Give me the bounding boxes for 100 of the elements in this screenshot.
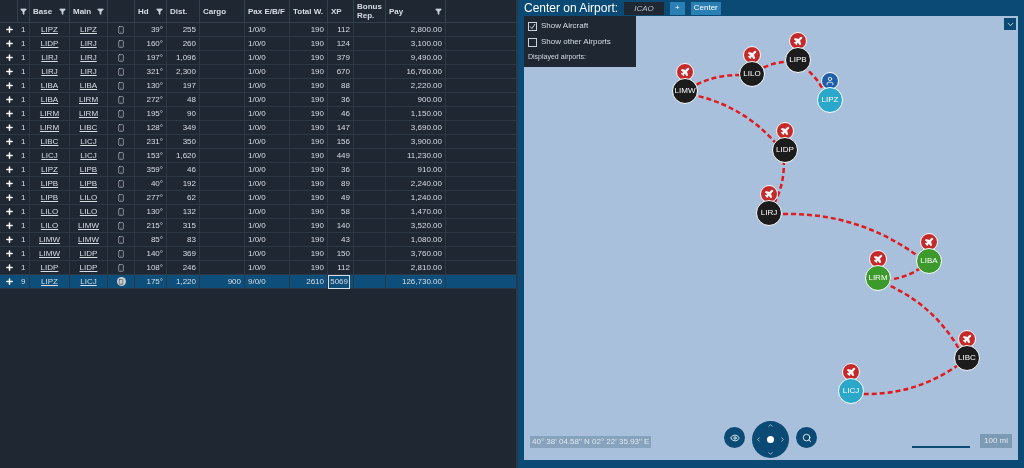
expand-icon[interactable] <box>4 95 14 104</box>
expand-icon[interactable] <box>4 263 14 272</box>
column-header[interactable]: Base <box>33 6 53 16</box>
airport-link[interactable]: LIMW <box>39 247 60 260</box>
airport-link[interactable]: LIPB <box>40 191 59 204</box>
airport-link[interactable]: LILO <box>40 219 59 232</box>
airport-link[interactable]: LIBC <box>40 135 59 148</box>
expand-icon[interactable] <box>4 179 14 188</box>
airport-link[interactable]: LIPZ <box>80 23 97 36</box>
table-row[interactable]: 1 LIDP LIRJ 160° 260 1/0/0 190 124 3,100.00 <box>0 37 516 51</box>
table-row[interactable]: 1 LIMW LIMW 85° 83 1/0/0 190 43 1,080.00 <box>0 233 516 247</box>
column-header[interactable]: Hd <box>138 6 149 16</box>
airport-link[interactable]: LIRJ <box>80 37 97 50</box>
filter-icon[interactable] <box>97 7 104 15</box>
checkbox[interactable] <box>528 21 537 31</box>
table-row[interactable]: 1 LIRM LIRM 195° 90 1/0/0 190 46 1,150.00 <box>0 107 516 121</box>
column-header[interactable]: Total W. <box>293 6 324 16</box>
table-row[interactable]: 1 LIPB LILO 277° 62 1/0/0 190 49 1,240.00 <box>0 191 516 205</box>
column-header[interactable]: Cargo <box>203 6 227 16</box>
checkbox[interactable] <box>528 37 537 47</box>
airport-link[interactable]: LIMW <box>78 233 99 246</box>
checkbox-label[interactable]: Show Aircraft <box>541 20 589 32</box>
pan-left-icon[interactable] <box>755 436 762 443</box>
pan-right-icon[interactable] <box>779 436 786 443</box>
filter-icon[interactable] <box>59 7 66 15</box>
column-header[interactable]: XP <box>331 6 342 16</box>
airport-link[interactable]: LILO <box>40 205 59 218</box>
airport-link[interactable]: LIRM <box>39 107 60 120</box>
airport-link[interactable]: LIPZ <box>41 23 58 36</box>
checkbox-label[interactable]: Show other Airports <box>541 36 611 48</box>
airport-link[interactable]: LIDP <box>40 261 59 274</box>
eye-button[interactable] <box>724 427 745 448</box>
airport-link[interactable]: LIRM <box>78 93 99 106</box>
expand-icon[interactable] <box>4 151 14 160</box>
column-header[interactable]: Bonus Rep. <box>357 2 382 20</box>
airport-link[interactable]: LIMW <box>39 233 60 246</box>
airport-link[interactable]: LIRM <box>39 121 60 134</box>
table-row[interactable]: 1 LIBA LIBA 130° 197 1/0/0 190 88 2,220.00 <box>0 79 516 93</box>
column-header[interactable]: Pay <box>389 6 404 16</box>
expand-icon[interactable] <box>4 235 14 244</box>
airport-marker[interactable]: LIMW <box>672 63 698 104</box>
search-button[interactable] <box>796 427 817 448</box>
airport-link[interactable]: LIRJ <box>41 65 58 78</box>
table-row[interactable]: 1 LIPZ LIPB 359° 46 1/0/0 190 36 910.00 <box>0 163 516 177</box>
dropdown-button[interactable] <box>1004 18 1016 30</box>
expand-icon[interactable] <box>4 67 14 76</box>
airport-link[interactable]: LIPZ <box>41 163 58 176</box>
expand-icon[interactable] <box>4 165 14 174</box>
airport-link[interactable]: LIPB <box>40 177 59 190</box>
expand-icon[interactable] <box>4 39 14 48</box>
table-row[interactable]: 1 LIBC LICJ 231° 350 1/0/0 190 156 3,900.00 <box>0 135 516 149</box>
airport-link[interactable]: LIMW <box>78 219 99 232</box>
airport-link[interactable]: LIBA <box>40 93 59 106</box>
expand-icon[interactable] <box>4 193 14 202</box>
airport-link[interactable]: LILO <box>79 191 98 204</box>
pan-up-icon[interactable] <box>767 422 774 429</box>
airport-link[interactable]: LIBA <box>40 79 59 92</box>
column-header[interactable]: Main <box>73 6 92 16</box>
airport-marker[interactable]: LIBC <box>954 330 980 371</box>
airport-link[interactable]: LIBC <box>79 121 98 134</box>
airport-link[interactable]: LICJ <box>41 149 58 162</box>
airport-marker[interactable]: LIRJ <box>756 185 782 226</box>
filter-icon[interactable] <box>156 7 163 15</box>
navigation-pad[interactable] <box>752 421 789 458</box>
expand-icon[interactable] <box>4 221 14 230</box>
filter-icon[interactable] <box>20 7 27 15</box>
table-row[interactable]: 9 LIPZ LICJ 175° 1,220 900 9/0/0 2610 5069 126,730.00 <box>0 275 516 289</box>
pan-down-icon[interactable] <box>767 450 774 457</box>
airport-link[interactable]: LIRM <box>78 107 99 120</box>
airport-link[interactable]: LIDP <box>40 37 59 50</box>
table-row[interactable]: 1 LILO LIMW 215° 315 1/0/0 190 140 3,520.00 <box>0 219 516 233</box>
airport-link[interactable]: LIPB <box>79 177 98 190</box>
airport-marker[interactable]: LIPB <box>785 32 811 73</box>
airport-link[interactable]: LIBA <box>79 79 98 92</box>
expand-icon[interactable] <box>4 207 14 216</box>
airport-link[interactable]: LILO <box>79 205 98 218</box>
airport-marker[interactable]: LIRM <box>865 250 891 291</box>
table-row[interactable]: 1 LICJ LICJ 153° 1,620 1/0/0 190 449 11,230.00 <box>0 149 516 163</box>
airport-link[interactable]: LIRJ <box>80 51 97 64</box>
expand-icon[interactable] <box>4 123 14 132</box>
airport-link[interactable]: LICJ <box>80 135 97 148</box>
airport-link[interactable]: LIDP <box>79 261 98 274</box>
airport-link[interactable]: LIPB <box>79 163 98 176</box>
airport-marker[interactable]: LIDP <box>772 122 798 163</box>
airport-link[interactable]: LIRJ <box>41 51 58 64</box>
table-row[interactable]: 1 LIPZ LIPZ 39° 255 1/0/0 190 112 2,800.00 <box>0 23 516 37</box>
airport-link[interactable]: LICJ <box>80 149 97 162</box>
center-button[interactable]: Center <box>690 1 721 15</box>
expand-icon[interactable] <box>4 81 14 90</box>
airport-marker[interactable]: LILO <box>739 46 765 87</box>
expand-icon[interactable] <box>4 53 14 62</box>
filter-icon[interactable] <box>435 7 442 15</box>
table-row[interactable]: 1 LIRM LIBC 128° 349 1/0/0 190 147 3,690.00 <box>0 121 516 135</box>
table-row[interactable]: 1 LIMW LIDP 140° 369 1/0/0 190 150 3,760.00 <box>0 247 516 261</box>
table-row[interactable]: 1 LIBA LIRM 272° 48 1/0/0 190 36 900.00 <box>0 93 516 107</box>
expand-icon[interactable] <box>4 137 14 146</box>
expand-icon[interactable] <box>4 25 14 34</box>
table-row[interactable]: 1 LIRJ LIRJ 197° 1,096 1/0/0 190 379 9,490.00 <box>0 51 516 65</box>
add-button[interactable]: + <box>670 1 685 15</box>
icao-field[interactable]: ICAO <box>624 1 665 15</box>
